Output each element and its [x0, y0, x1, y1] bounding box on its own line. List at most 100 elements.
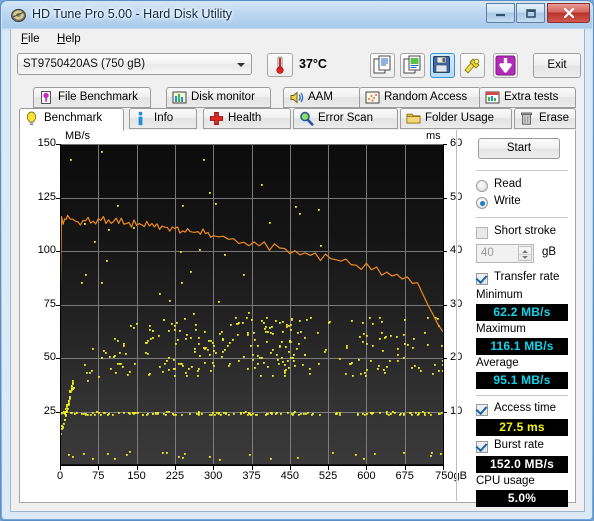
short-stroke-unit: gB [542, 246, 557, 258]
tab-info[interactable]: Info [129, 108, 197, 129]
tab-disk-monitor[interactable]: Disk monitor [166, 87, 271, 108]
transfer-rate-checkbox-indicator [476, 273, 488, 285]
burst-rate-value-box: 152.0 MB/s [476, 456, 568, 473]
minimum-label: Minimum [476, 289, 523, 301]
chart-x-tick [252, 466, 253, 470]
chart-svg [60, 144, 443, 465]
menu-help[interactable]: Help [51, 32, 87, 47]
tab-info-label: Info [154, 112, 174, 124]
lightbulb-icon [25, 111, 41, 127]
menu-help-rest: elp [65, 33, 81, 45]
tab-erase[interactable]: Erase [514, 108, 576, 129]
radio-write-indicator [476, 197, 488, 209]
tab-benchmark[interactable]: Benchmark [19, 108, 124, 131]
copy-text-icon[interactable] [370, 53, 395, 78]
cpu-usage-value: 5.0% [507, 491, 537, 505]
close-button[interactable] [547, 3, 590, 23]
chart-x-tick [366, 466, 367, 470]
short-stroke-input[interactable]: 40 [476, 244, 534, 263]
chart-x-tick [60, 466, 61, 470]
tab-folder-usage-label: Folder Usage [425, 112, 495, 124]
chart-x-tick [213, 466, 214, 470]
toolbar: ST9750420AS (750 gB) 37°C Exit [11, 49, 584, 87]
info-icon [135, 111, 151, 127]
benchmark-chart: MB/s ms 255075100125150 102030405060 075… [20, 130, 467, 501]
average-label: Average [476, 357, 519, 369]
divider-3 [476, 395, 568, 396]
tab-erase-label: Erase [539, 112, 570, 124]
chart-x-tick-label: 0 [56, 470, 64, 482]
average-value-box: 95.1 MB/s [476, 372, 568, 389]
download-arrow-icon[interactable] [493, 53, 518, 78]
access-time-checkbox-indicator [476, 404, 488, 416]
chart-x-tick-label: 300 [204, 470, 223, 482]
tab-disk-monitor-label: Disk monitor [191, 91, 255, 103]
access-time-value-box: 27.5 ms [476, 419, 568, 436]
chart-y-axis-line [60, 144, 61, 465]
tab-error-scan-label: Error Scan [318, 112, 373, 124]
drive-select[interactable]: ST9750420AS (750 gB) [17, 53, 252, 75]
average-value: 95.1 MB/s [493, 373, 551, 387]
minimum-value: 62.2 MB/s [493, 305, 551, 319]
burst-rate-value: 152.0 MB/s [489, 457, 555, 471]
short-stroke-stepper[interactable] [518, 246, 532, 261]
speaker-icon [289, 90, 305, 106]
cpu-usage-label: CPU usage [476, 475, 535, 487]
menu-file[interactable]: File [15, 32, 46, 47]
temperature-value: 37°C [299, 57, 327, 71]
tab-aam[interactable]: AAM [283, 87, 361, 108]
save-icon[interactable] [430, 53, 455, 78]
chart-y-tick-label: 75 [43, 297, 56, 310]
hdtune-logo-icon [11, 8, 26, 23]
chart-y-unit: MB/s [65, 130, 91, 142]
copy-image-icon[interactable] [400, 53, 425, 78]
chart-x-tick [175, 466, 176, 470]
chart-x-tick [328, 466, 329, 470]
maximum-value: 116.1 MB/s [490, 339, 554, 353]
title-bar: HD Tune Pro 5.00 - Hard Disk Utility [2, 2, 592, 29]
chart-y-tick-label: 100 [37, 244, 56, 256]
burst-rate-label: Burst rate [494, 439, 544, 451]
file-benchmark-icon [39, 90, 55, 106]
tab-benchmark-label: Benchmark [44, 112, 103, 124]
tab-file-benchmark[interactable]: File Benchmark [33, 87, 151, 108]
folder-icon [406, 111, 422, 127]
chart-x-tick-label: 450 [280, 470, 299, 482]
close-icon [548, 4, 589, 22]
chart-x-tick-label: 675 [395, 470, 414, 482]
chart-y-tick-label: 50 [43, 351, 56, 363]
tab-error-scan[interactable]: Error Scan [293, 108, 398, 129]
start-button[interactable]: Start [478, 138, 560, 159]
access-time-label: Access time [494, 402, 556, 414]
tools-icon[interactable] [460, 53, 485, 78]
window-frame: HD Tune Pro 5.00 - Hard Disk Utility Fil… [2, 2, 592, 519]
tab-folder-usage[interactable]: Folder Usage [400, 108, 512, 129]
chart-x-tick [443, 466, 444, 470]
maximize-button[interactable] [516, 3, 545, 23]
menu-bar: File Help [11, 29, 584, 49]
tab-random-access[interactable]: Random Access [359, 87, 481, 108]
window-title: HD Tune Pro 5.00 - Hard Disk Utility [32, 7, 233, 21]
tab-health[interactable]: Health [203, 108, 291, 129]
random-access-icon [365, 90, 381, 106]
exit-button[interactable]: Exit [533, 53, 581, 78]
access-time-value: 27.5 ms [499, 420, 545, 434]
chart-y-axis: 25 50 75 100 125 150 [20, 130, 60, 501]
tab-extra-tests[interactable]: Extra tests [479, 87, 576, 108]
tab-bar: File Benchmark Disk monitor AAM Random A… [11, 87, 584, 131]
minimum-value-box: 62.2 MB/s [476, 304, 568, 321]
panel-divider [456, 130, 458, 501]
chart-x-tick-label: 375 [242, 470, 261, 482]
chart-x-tick [290, 466, 291, 470]
chevron-down-icon [237, 63, 245, 67]
short-stroke-label: Short stroke [494, 225, 556, 237]
short-stroke-value: 40 [481, 247, 494, 259]
divider-1 [476, 170, 568, 171]
magnifier-icon [299, 111, 315, 127]
minimize-button[interactable] [486, 3, 515, 23]
tab-row-top: File Benchmark Disk monitor AAM Random A… [11, 87, 584, 109]
short-stroke-checkbox-indicator [476, 227, 488, 239]
chart-x-axis-line [60, 465, 444, 466]
minimize-icon [487, 4, 514, 22]
radio-read-indicator [476, 180, 488, 192]
